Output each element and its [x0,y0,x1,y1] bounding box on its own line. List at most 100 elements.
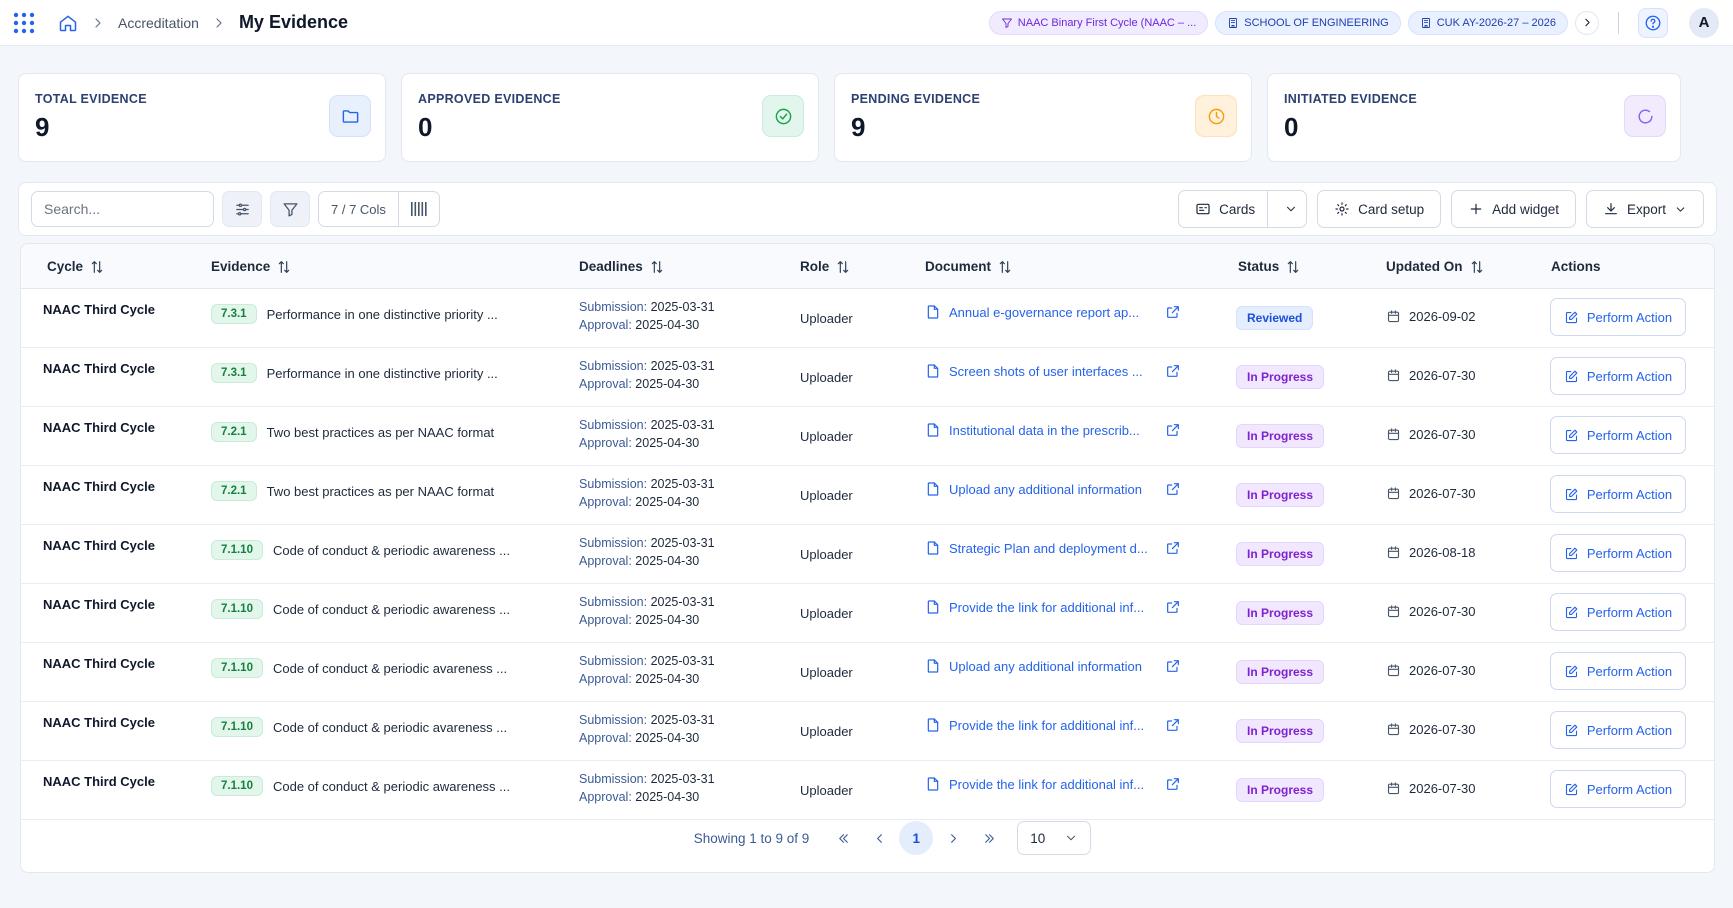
card-setup-button[interactable]: Card setup [1317,190,1442,228]
evidence-cell[interactable]: 7.3.1 Performance in one distinctive pri… [211,363,498,383]
cards-view-button[interactable]: Cards [1179,191,1269,227]
page-size-select[interactable]: 10 [1017,821,1092,855]
external-link-icon[interactable] [1155,304,1181,320]
document-link[interactable]: Strategic Plan and deployment d... [949,541,1147,556]
breadcrumb-accreditation[interactable]: Accreditation [118,15,199,31]
document-cell[interactable]: Upload any additional information [925,481,1181,497]
document-cell[interactable]: Provide the link for additional inf... [925,599,1181,615]
chips-next-button[interactable] [1575,10,1599,35]
evidence-cell[interactable]: 7.3.1 Performance in one distinctive pri… [211,304,498,324]
columns-count[interactable]: 7 / 7 Cols [319,192,399,226]
chevron-down-icon[interactable] [1276,191,1306,227]
document-cell[interactable]: Upload any additional information [925,658,1181,674]
col-header-role[interactable]: Role [800,244,851,289]
view-mode-button[interactable]: Cards [1178,190,1308,228]
columns-icon[interactable] [399,192,439,226]
evidence-title[interactable]: Code of conduct & periodic avareness ... [273,661,507,676]
sort-icon[interactable] [89,259,105,275]
perform-action-button[interactable]: Perform Action [1550,593,1686,631]
document-cell[interactable]: Institutional data in the prescrib... [925,422,1181,438]
first-page-icon[interactable] [825,822,861,854]
home-icon[interactable] [58,13,78,33]
evidence-cell[interactable]: 7.2.1 Two best practices as per NAAC for… [211,481,494,501]
col-header-updated-on[interactable]: Updated On [1386,244,1485,289]
evidence-cell[interactable]: 7.1.10 Code of conduct & periodic avaren… [211,658,507,678]
criterion-code-badge: 7.1.10 [211,599,263,619]
framework-chip[interactable]: NAAC Binary First Cycle (NAAC – ... [988,10,1209,35]
perform-action-button[interactable]: Perform Action [1550,534,1686,572]
evidence-title[interactable]: Code of conduct & periodic awareness ... [273,602,510,617]
submission-label: Submission: [579,418,648,432]
avatar[interactable]: A [1689,7,1719,38]
prev-page-icon[interactable] [861,822,897,854]
document-cell[interactable]: Provide the link for additional inf... [925,717,1181,733]
document-link[interactable]: Upload any additional information [949,659,1147,674]
col-header-cycle[interactable]: Cycle [47,244,105,289]
criterion-code-badge: 7.3.1 [211,304,257,324]
external-link-icon[interactable] [1155,540,1181,556]
document-link[interactable]: Provide the link for additional inf... [949,777,1147,792]
col-header-evidence[interactable]: Evidence [211,244,292,289]
current-page-button[interactable]: 1 [899,821,934,855]
year-chip[interactable]: CUK AY-2026-27 – 2026 [1407,10,1568,35]
next-page-icon[interactable] [935,822,971,854]
perform-action-button[interactable]: Perform Action [1550,357,1686,395]
filter-button[interactable] [270,191,310,227]
sort-icon[interactable] [1469,259,1485,275]
evidence-cell[interactable]: 7.2.1 Two best practices as per NAAC for… [211,422,494,442]
last-page-icon[interactable] [971,822,1007,854]
external-link-icon[interactable] [1155,599,1181,615]
export-button[interactable]: Export [1585,190,1704,228]
evidence-title[interactable]: Code of conduct & periodic awareness ... [273,543,510,558]
search-input[interactable] [31,191,214,227]
sort-icon[interactable] [835,259,851,275]
perform-action-button[interactable]: Perform Action [1550,416,1686,454]
evidence-title[interactable]: Performance in one distinctive priority … [267,307,498,322]
perform-action-button[interactable]: Perform Action [1550,770,1686,808]
document-link[interactable]: Screen shots of user interfaces ... [949,364,1147,379]
document-cell[interactable]: Screen shots of user interfaces ... [925,363,1181,379]
document-link[interactable]: Institutional data in the prescrib... [949,423,1147,438]
document-cell[interactable]: Strategic Plan and deployment d... [925,540,1181,556]
sort-icon[interactable] [997,259,1013,275]
actions-cell: Perform Action [1550,770,1686,808]
evidence-title[interactable]: Two best practices as per NAAC format [267,484,495,499]
external-link-icon[interactable] [1155,481,1181,497]
role-cell: Uploader [800,370,853,385]
help-button[interactable] [1638,7,1668,38]
document-link[interactable]: Upload any additional information [949,482,1147,497]
sliders-button[interactable] [222,191,262,227]
document-link[interactable]: Provide the link for additional inf... [949,600,1147,615]
apps-grid-icon[interactable] [12,11,36,35]
col-header-deadlines[interactable]: Deadlines [579,244,665,289]
evidence-cell[interactable]: 7.1.10 Code of conduct & periodic awaren… [211,599,510,619]
perform-action-button[interactable]: Perform Action [1550,475,1686,513]
sort-icon[interactable] [1285,259,1301,275]
sort-icon[interactable] [276,259,292,275]
col-header-document[interactable]: Document [925,244,1013,289]
external-link-icon[interactable] [1155,363,1181,379]
evidence-cell[interactable]: 7.1.10 Code of conduct & periodic avaren… [211,717,507,737]
document-link[interactable]: Provide the link for additional inf... [949,718,1147,733]
perform-action-button[interactable]: Perform Action [1550,298,1686,336]
evidence-title[interactable]: Performance in one distinctive priority … [267,366,498,381]
document-cell[interactable]: Provide the link for additional inf... [925,776,1181,792]
sort-icon[interactable] [649,259,665,275]
evidence-title[interactable]: Code of conduct & periodic avareness ... [273,720,507,735]
document-link[interactable]: Annual e-governance report ap... [949,305,1147,320]
perform-action-button[interactable]: Perform Action [1550,652,1686,690]
evidence-cell[interactable]: 7.1.10 Code of conduct & periodic awaren… [211,776,510,796]
school-chip[interactable]: SCHOOL OF ENGINEERING [1215,10,1401,35]
external-link-icon[interactable] [1155,422,1181,438]
columns-toggle[interactable]: 7 / 7 Cols [318,191,440,227]
add-widget-button[interactable]: Add widget [1451,190,1576,228]
external-link-icon[interactable] [1155,658,1181,674]
perform-action-button[interactable]: Perform Action [1550,711,1686,749]
document-cell[interactable]: Annual e-governance report ap... [925,304,1181,320]
evidence-cell[interactable]: 7.1.10 Code of conduct & periodic awaren… [211,540,510,560]
external-link-icon[interactable] [1155,776,1181,792]
col-header-status[interactable]: Status [1238,244,1301,289]
evidence-title[interactable]: Two best practices as per NAAC format [267,425,495,440]
external-link-icon[interactable] [1155,717,1181,733]
evidence-title[interactable]: Code of conduct & periodic awareness ... [273,779,510,794]
